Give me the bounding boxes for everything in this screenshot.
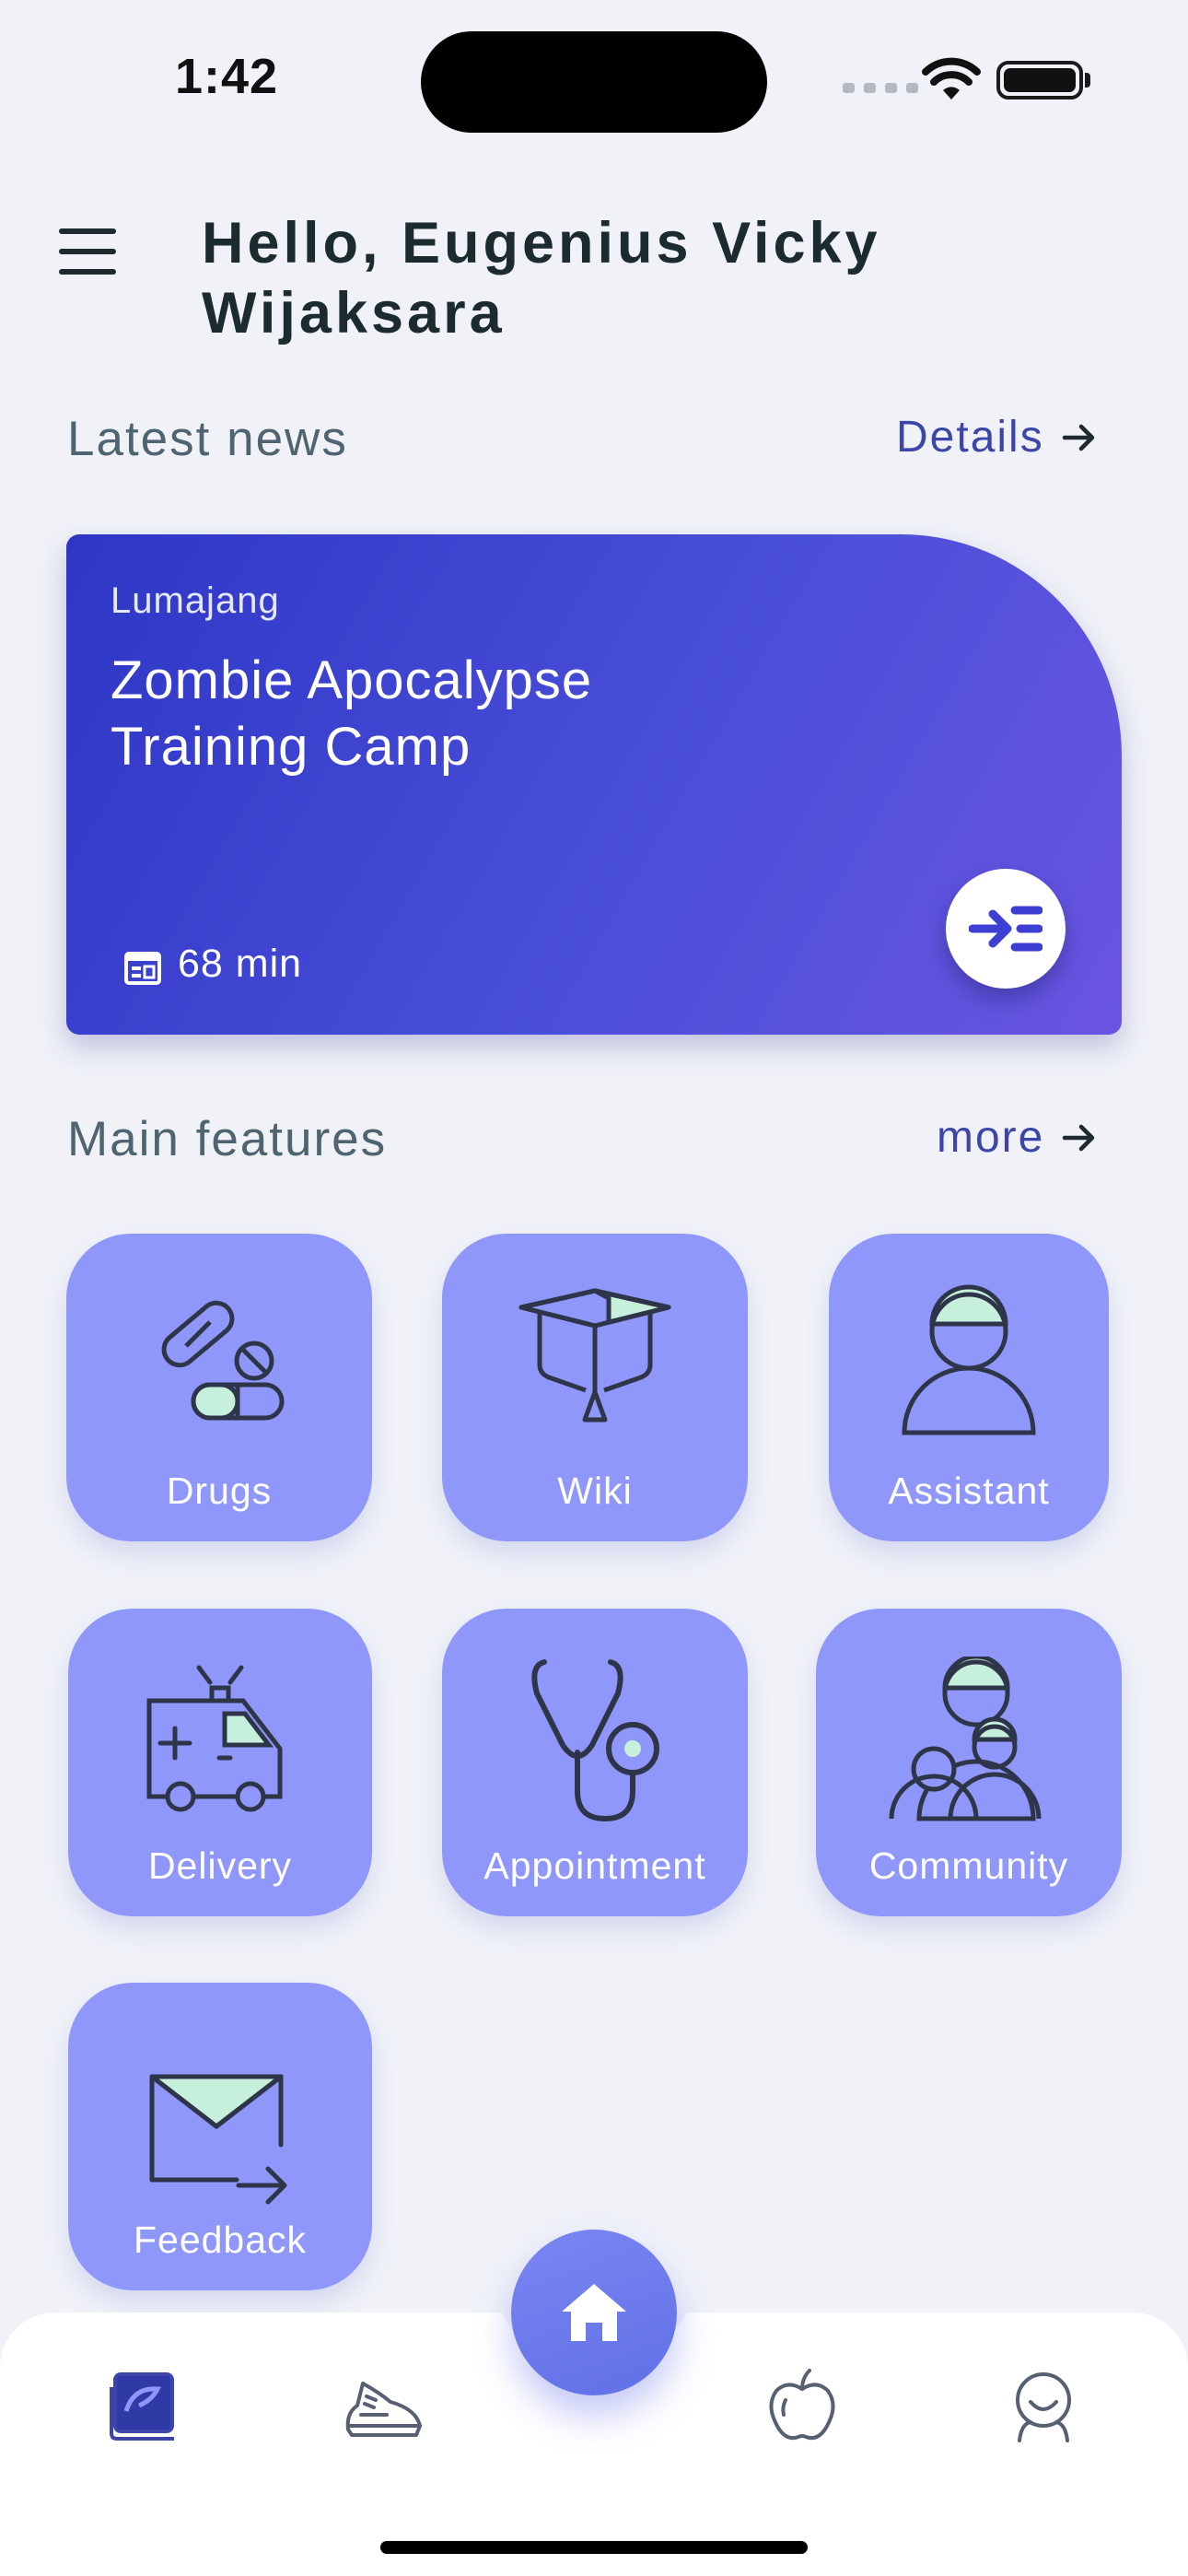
nav-activity[interactable] <box>333 2355 435 2456</box>
pills-icon <box>66 1282 372 1429</box>
graduation-cap-icon <box>442 1282 748 1438</box>
feature-tile-wiki[interactable]: Wiki <box>442 1234 748 1541</box>
status-time: 1:42 <box>175 49 279 104</box>
feature-label: Community <box>868 1844 1069 1887</box>
news-location: Lumajang <box>111 580 280 621</box>
mail-forward-icon <box>68 2071 372 2209</box>
news-details-link[interactable]: Details <box>896 412 1098 463</box>
indent-arrow-icon <box>969 906 1042 952</box>
features-more-link[interactable]: more <box>937 1112 1098 1163</box>
feature-label: Wiki <box>557 1469 633 1512</box>
nav-profile[interactable] <box>993 2355 1094 2456</box>
news-details-label: Details <box>896 413 1044 462</box>
news-title: Zombie Apocalypse Training Camp <box>111 650 593 777</box>
group-icon <box>816 1657 1122 1822</box>
person-icon <box>829 1282 1109 1438</box>
main-features-title: Main features <box>67 1112 388 1166</box>
feature-tile-delivery[interactable]: Delivery <box>68 1609 372 1916</box>
wifi-icon <box>921 57 982 108</box>
arrow-right-icon <box>1062 424 1094 451</box>
feature-tile-assistant[interactable]: Assistant <box>829 1234 1109 1541</box>
dynamic-island <box>421 31 767 133</box>
feature-tile-appointment[interactable]: Appointment <box>442 1609 748 1916</box>
feature-label: Drugs <box>166 1469 273 1512</box>
home-icon <box>562 2284 626 2341</box>
battery-icon <box>996 61 1083 100</box>
greeting-title: Hello, Eugenius Vicky Wijaksara <box>202 211 881 345</box>
arrow-right-icon <box>1063 1124 1095 1151</box>
open-article-button[interactable] <box>946 869 1066 989</box>
home-button[interactable] <box>511 2230 677 2395</box>
feature-tile-feedback[interactable]: Feedback <box>68 1983 372 2290</box>
stethoscope-icon <box>442 1657 748 1822</box>
ambulance-icon <box>68 1657 372 1813</box>
nav-nutrition[interactable] <box>751 2355 853 2456</box>
features-more-label: more <box>937 1113 1045 1162</box>
feature-label: Feedback <box>133 2219 308 2261</box>
feature-tile-community[interactable]: Community <box>816 1609 1122 1916</box>
news-duration: 68 min <box>178 942 303 986</box>
book-icon <box>110 2372 174 2441</box>
feature-label: Delivery <box>147 1844 293 1887</box>
latest-news-title: Latest news <box>67 412 348 466</box>
cellular-signal-icon <box>843 83 918 93</box>
calendar-icon <box>123 951 162 990</box>
home-indicator <box>380 2541 808 2554</box>
apple-icon <box>769 2369 835 2441</box>
battery-cap <box>1085 73 1090 88</box>
feature-tile-drugs[interactable]: Drugs <box>66 1234 372 1541</box>
feature-label: Assistant <box>888 1469 1050 1512</box>
menu-button[interactable] <box>59 228 116 275</box>
profile-icon <box>1016 2372 1071 2442</box>
feature-label: Appointment <box>483 1844 706 1887</box>
nav-news[interactable] <box>92 2355 193 2456</box>
sneaker-icon <box>345 2382 422 2437</box>
